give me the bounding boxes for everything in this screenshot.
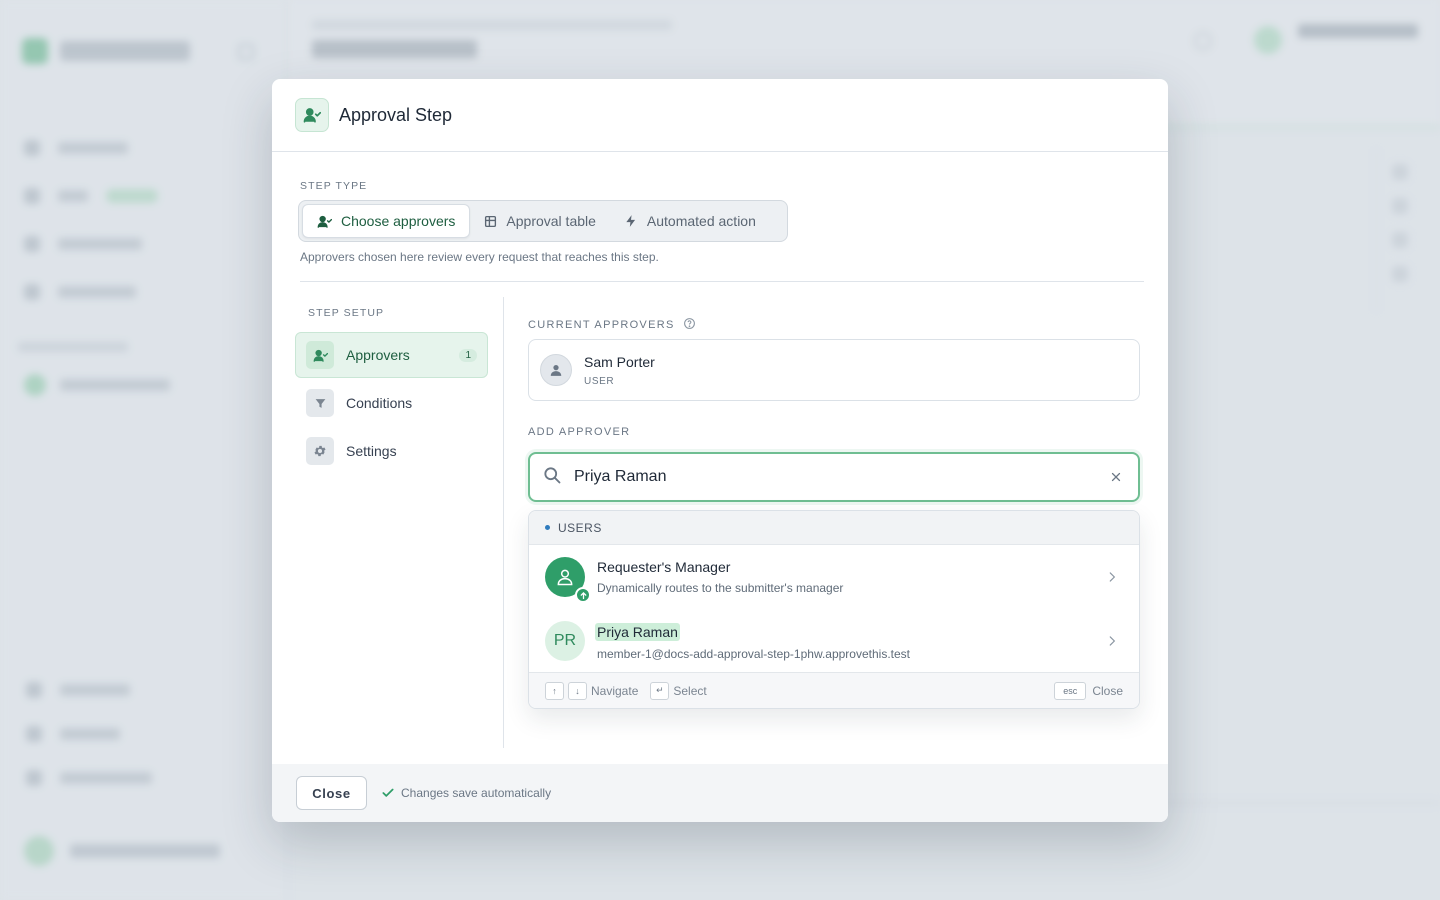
result-text: Requester's Manager Dynamically routes t…: [597, 559, 843, 595]
result-description: Dynamically routes to the submitter's ma…: [597, 581, 844, 595]
down-key: ↓: [568, 681, 587, 700]
select-hint-label: Select: [673, 683, 707, 698]
select-hint: ↵ Select: [650, 681, 707, 700]
esc-key: esc: [1054, 681, 1087, 700]
step-setup-label: STEP SETUP: [308, 307, 385, 319]
search-icon: [542, 465, 562, 489]
user-initials-avatar: PR: [545, 621, 585, 661]
chevron-right-icon: [1105, 633, 1119, 653]
modal-footer: Close Changes save automatically: [272, 764, 1168, 822]
approver-search-input[interactable]: [574, 468, 1094, 486]
result-requesters-manager[interactable]: Requester's Manager Dynamically routes t…: [529, 545, 1139, 609]
step-type-label-text: Choose approvers: [341, 213, 456, 229]
close-hint: esc Close: [1054, 681, 1123, 700]
search-results-dropdown: USERS Requester's Manager Dynamically ro…: [528, 510, 1140, 709]
approver-search-field[interactable]: [528, 452, 1140, 502]
results-group-header: USERS: [529, 511, 1139, 545]
enter-key: ↵: [650, 681, 670, 700]
setup-item-approvers[interactable]: Approvers 1: [295, 332, 488, 378]
arrow-up-icon: [575, 587, 591, 603]
step-setup-nav: Approvers 1 Conditions Settings: [295, 332, 488, 476]
approval-step-modal: Approval Step STEP TYPE Choose approvers…: [272, 79, 1168, 822]
current-approvers-header: CURRENT APPROVERS: [528, 315, 696, 334]
divider: [300, 281, 1144, 282]
user-check-icon: [295, 98, 329, 132]
autosave-text: Changes save automatically: [401, 786, 552, 800]
setup-item-label: Settings: [346, 443, 397, 459]
check-icon: [382, 788, 394, 797]
add-approver-label: ADD APPROVER: [528, 426, 631, 438]
autosave-status: Changes save automatically: [381, 786, 551, 800]
setup-item-label: Approvers: [346, 347, 410, 363]
bolt-icon: [626, 215, 636, 227]
user-check-icon: [317, 215, 332, 228]
result-text: Priya Raman member-1@docs-add-approval-s…: [595, 622, 911, 661]
user-check-icon: [306, 341, 334, 369]
result-priya-raman[interactable]: PR Priya Raman member-1@docs-add-approva…: [529, 609, 1139, 673]
modal-header: Approval Step: [272, 79, 1168, 152]
close-hint-label: Close: [1092, 683, 1123, 698]
group-dot: [545, 525, 550, 530]
step-type-label-text: Approval table: [506, 213, 596, 229]
result-title: Requester's Manager: [597, 559, 731, 575]
setup-item-settings[interactable]: Settings: [295, 428, 488, 474]
step-type-selector: Choose approvers Approval table Automate…: [298, 200, 788, 242]
gear-icon: [306, 437, 334, 465]
result-description: member-1@docs-add-approval-step-1phw.app…: [597, 646, 911, 661]
approver-name: Sam Porter: [584, 353, 655, 370]
results-group-label: USERS: [558, 520, 602, 535]
approver-info: Sam Porter USER: [584, 354, 655, 387]
step-type-label-text: Automated action: [646, 213, 756, 229]
clear-search-icon[interactable]: [1108, 469, 1124, 485]
setup-item-label: Conditions: [346, 395, 413, 411]
modal-title: Approval Step: [339, 104, 453, 125]
help-icon[interactable]: [683, 315, 696, 334]
close-button[interactable]: Close: [296, 776, 367, 810]
navigate-hint: ↑ ↓ Navigate: [545, 681, 639, 700]
setup-item-conditions[interactable]: Conditions: [295, 380, 488, 426]
result-title: Priya Raman: [595, 622, 680, 641]
step-type-choose-approvers[interactable]: Choose approvers: [302, 204, 471, 238]
approver-card: Sam Porter USER: [528, 339, 1140, 401]
filter-icon: [306, 389, 334, 417]
step-type-help: Approvers chosen here review every reque…: [300, 250, 659, 264]
up-key: ↑: [545, 681, 564, 700]
step-type-approval-table[interactable]: Approval table: [470, 204, 610, 238]
approvers-count-badge: 1: [459, 348, 477, 362]
keyboard-hints: ↑ ↓ Navigate ↵ Select esc Close: [529, 672, 1139, 708]
manager-icon: [545, 557, 591, 603]
step-type-automated-action[interactable]: Automated action: [610, 204, 770, 238]
current-approvers-label: CURRENT APPROVERS: [528, 318, 675, 331]
navigate-hint-label: Navigate: [591, 683, 639, 698]
result-title-wrap: Priya Raman: [595, 622, 910, 641]
approver-role: USER: [584, 375, 615, 387]
chevron-right-icon: [1105, 569, 1119, 589]
user-avatar-icon: [540, 354, 572, 386]
vertical-divider: [503, 297, 504, 748]
step-type-label: STEP TYPE: [300, 180, 368, 192]
table-icon: [485, 215, 497, 227]
